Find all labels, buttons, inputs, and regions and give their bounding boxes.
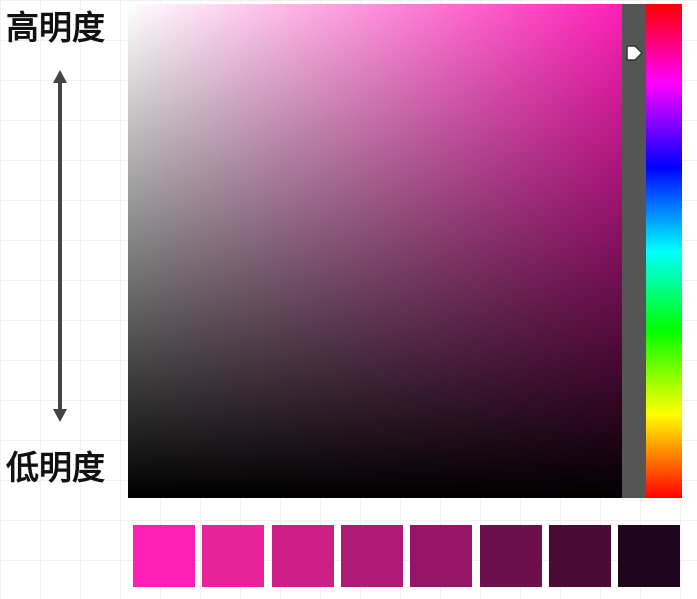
color-swatch[interactable] <box>479 525 542 587</box>
color-swatch[interactable] <box>548 525 611 587</box>
color-swatch[interactable] <box>340 525 403 587</box>
color-swatch[interactable] <box>618 525 681 587</box>
color-swatch[interactable] <box>133 525 195 587</box>
color-swatch[interactable] <box>271 525 334 587</box>
hue-track[interactable] <box>622 4 646 498</box>
low-brightness-label: 低明度 <box>6 448 105 487</box>
high-brightness-label: 高明度 <box>6 8 105 47</box>
saturation-brightness-area[interactable] <box>128 4 622 498</box>
color-swatch[interactable] <box>410 525 473 587</box>
hue-slider[interactable] <box>646 4 682 498</box>
color-swatch[interactable] <box>202 525 265 587</box>
brightness-arrow-icon <box>53 70 67 422</box>
color-swatch-row <box>0 525 697 587</box>
hue-handle-icon[interactable] <box>624 43 644 63</box>
